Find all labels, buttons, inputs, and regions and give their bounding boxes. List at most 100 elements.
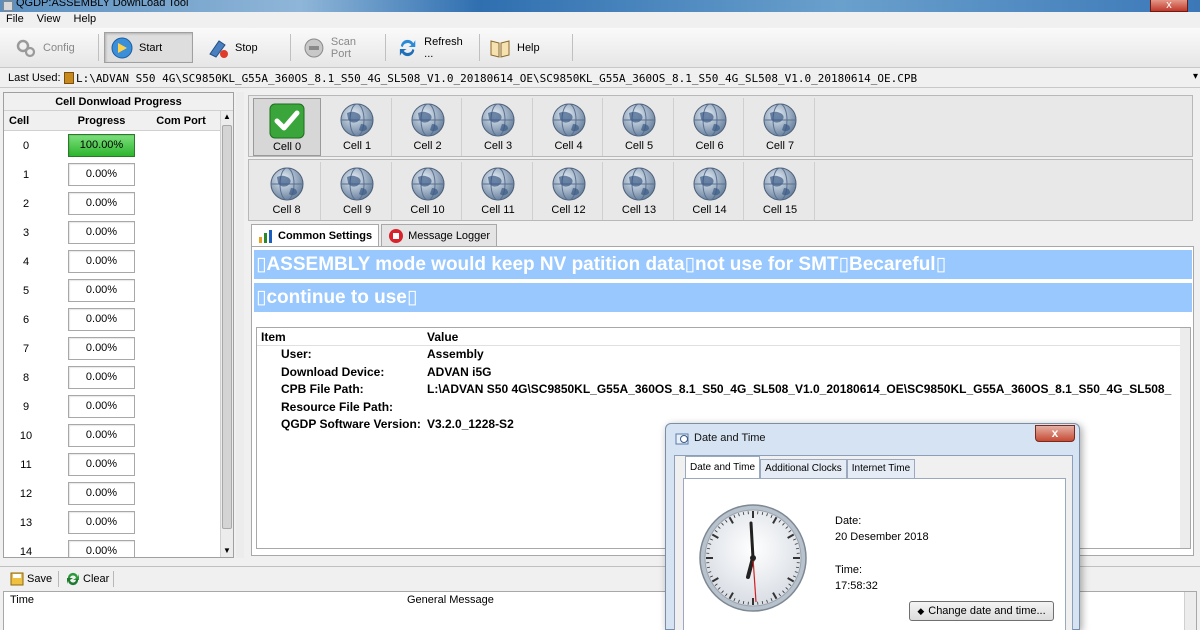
app-icon (3, 1, 13, 11)
time-value: 17:58:32 (835, 580, 878, 592)
cell-button-label: Cell 11 (481, 204, 515, 216)
column-header-general-message[interactable]: General Message (407, 594, 494, 606)
progress-scrollbar[interactable]: ▲ ▼ (220, 111, 233, 557)
progress-row[interactable]: 4 0.00% (4, 247, 233, 276)
progress-row[interactable]: 2 0.00% (4, 189, 233, 218)
help-button[interactable]: Help (482, 32, 566, 63)
cell-button-cell1[interactable]: Cell 1 (324, 98, 392, 156)
progress-row[interactable]: 8 0.00% (4, 363, 233, 392)
toolbar-separator (98, 34, 99, 61)
progress-row[interactable]: 3 0.00% (4, 218, 233, 247)
date-time-close-button[interactable]: x (1035, 425, 1075, 442)
menu-view[interactable]: View (31, 12, 65, 25)
cell-button-label: Cell 15 (762, 204, 798, 216)
progress-row[interactable]: 1 0.00% (4, 160, 233, 189)
tab-internet-time[interactable]: Internet Time (846, 459, 916, 478)
cell-button-cell15[interactable]: Cell 15 (747, 162, 815, 220)
tab-additional-clocks[interactable]: Additional Clocks (760, 459, 847, 478)
toolbar: Config Start Stop Scan Port Refresh ... (0, 28, 1200, 68)
progress-row[interactable]: 10 0.00% (4, 421, 233, 450)
column-header-item[interactable]: Item (257, 328, 427, 345)
globe-icon (763, 103, 797, 137)
time-label: Time: (835, 564, 863, 576)
globe-icon (693, 167, 726, 201)
tab-common-settings[interactable]: Common Settings (251, 224, 380, 246)
cell-button-label: Cell 12 (551, 204, 586, 216)
progress-value: 0.00% (68, 337, 135, 360)
globe-icon (552, 167, 585, 201)
cell-button-cell14[interactable]: Cell 14 (676, 162, 744, 220)
cell-button-cell3[interactable]: Cell 3 (465, 98, 533, 156)
cell-number: 5 (22, 284, 30, 297)
globe-icon (481, 167, 515, 201)
start-button[interactable]: Start (104, 32, 193, 63)
cell-button-cell6[interactable]: Cell 6 (676, 98, 744, 156)
progress-row[interactable]: 0 100.00% (4, 131, 233, 160)
gears-icon (16, 39, 36, 57)
cell-button-cell4[interactable]: Cell 4 (535, 98, 603, 156)
change-date-time-button[interactable]: ◆ Change date and time... (909, 601, 1054, 621)
window-close-button[interactable]: x (1150, 0, 1188, 12)
column-header-time[interactable]: Time (10, 594, 34, 606)
column-header-progress[interactable]: Progress (62, 111, 141, 130)
cell-button-cell9[interactable]: Cell 9 (324, 162, 392, 220)
cell-button-cell2[interactable]: Cell 2 (394, 98, 462, 156)
stop-button[interactable]: Stop (200, 32, 284, 63)
panel-splitter[interactable] (236, 92, 244, 558)
separator (58, 571, 59, 587)
chevron-down-icon[interactable]: ▾ (1193, 71, 1198, 82)
scan-port-icon (304, 38, 324, 57)
progress-row[interactable]: 6 0.00% (4, 305, 233, 334)
globe-icon (340, 103, 374, 137)
date-time-body: Date and Time Additional Clocks Internet… (674, 455, 1073, 630)
column-header-cell[interactable]: Cell (4, 111, 62, 130)
progress-value: 0.00% (68, 163, 135, 186)
progress-row[interactable]: 11 0.00% (4, 450, 233, 479)
column-header-value[interactable]: Value (427, 328, 458, 345)
menu-help[interactable]: Help (68, 12, 101, 25)
clock-minute-hand (749, 521, 755, 560)
scroll-down-icon[interactable]: ▼ (221, 545, 233, 557)
progress-row[interactable]: 5 0.00% (4, 276, 233, 305)
progress-value: 0.00% (68, 424, 135, 447)
info-scrollbar[interactable] (1180, 328, 1190, 548)
progress-value: 0.00% (68, 453, 135, 476)
progress-row[interactable]: 14 0.00% (4, 537, 233, 557)
info-row: Download Device: ADVAN i5G (257, 364, 1190, 382)
tab-message-logger[interactable]: Message Logger (381, 224, 498, 246)
cell-button-cell8[interactable]: Cell 8 (253, 162, 321, 220)
stop-label: Stop (235, 41, 258, 54)
info-row: Resource File Path: (257, 399, 1190, 417)
log-scrollbar[interactable] (1184, 592, 1196, 630)
progress-value: 0.00% (68, 221, 135, 244)
cell-button-cell13[interactable]: Cell 13 (606, 162, 674, 220)
last-used-path[interactable]: L:\ADVAN S50 4G\SC9850KL_G55A_360OS_8.1_… (76, 72, 917, 85)
cell-button-cell5[interactable]: Cell 5 (606, 98, 674, 156)
scrollbar-thumb[interactable] (222, 125, 232, 529)
scroll-up-icon[interactable]: ▲ (221, 111, 233, 123)
progress-row[interactable]: 13 0.00% (4, 508, 233, 537)
cell-button-cell7[interactable]: Cell 7 (747, 98, 815, 156)
info-key: Resource File Path: (281, 399, 394, 414)
progress-value: 0.00% (68, 511, 135, 534)
tab-date-and-time[interactable]: Date and Time (685, 456, 761, 478)
column-header-com-port[interactable]: Com Port (141, 111, 221, 130)
config-button[interactable]: Config (8, 32, 92, 63)
scan-port-button[interactable]: Scan Port (296, 32, 380, 63)
save-button[interactable]: Save (10, 570, 52, 588)
help-label: Help (517, 41, 540, 54)
progress-row[interactable]: 7 0.00% (4, 334, 233, 363)
clear-button[interactable]: Clear (66, 570, 109, 588)
date-value: 20 Desember 2018 (835, 531, 929, 543)
cell-button-cell10[interactable]: Cell 10 (394, 162, 462, 220)
menu-file[interactable]: File (0, 12, 28, 25)
date-time-page: Date: 20 Desember 2018 Time: 17:58:32 ◆ … (683, 478, 1066, 630)
progress-row[interactable]: 9 0.00% (4, 392, 233, 421)
cell-button-cell11[interactable]: Cell 11 (465, 162, 533, 220)
progress-row[interactable]: 12 0.00% (4, 479, 233, 508)
progress-value: 0.00% (68, 540, 135, 557)
cell-number: 10 (19, 429, 33, 442)
cell-button-cell0[interactable]: Cell 0 (253, 98, 321, 156)
refresh-button[interactable]: Refresh ... (390, 32, 474, 63)
cell-button-cell12[interactable]: Cell 12 (535, 162, 603, 220)
